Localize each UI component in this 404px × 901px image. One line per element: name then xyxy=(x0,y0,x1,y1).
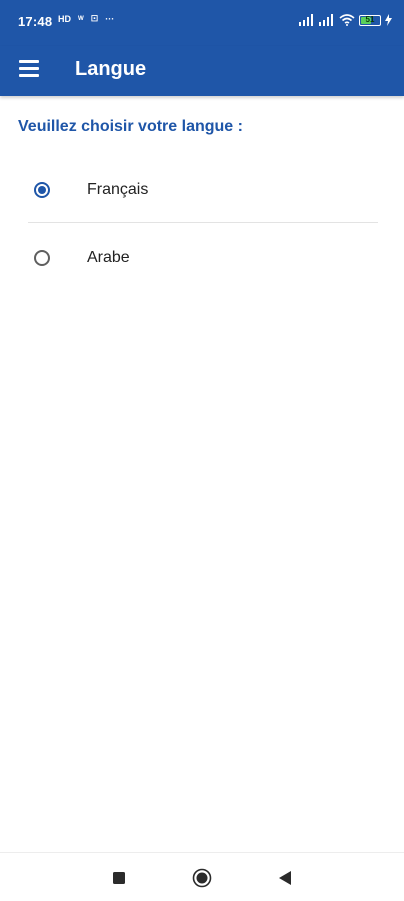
page-title: Langue xyxy=(75,58,147,80)
more-dots-icon: ··· xyxy=(105,13,115,24)
system-nav-bar xyxy=(0,852,404,901)
menu-icon[interactable] xyxy=(19,60,39,78)
signal-text-icon: ᵂ xyxy=(78,13,84,24)
radio-francais[interactable] xyxy=(34,182,50,198)
wifi-icon xyxy=(339,14,355,26)
app-bar: Langue xyxy=(0,46,404,96)
option-francais[interactable]: Français xyxy=(28,165,378,215)
status-right-icons: 51 xyxy=(299,14,392,26)
battery-icon: 51 xyxy=(359,14,381,26)
home-circle-icon xyxy=(192,868,212,888)
status-bar: 17:48 HD ᵂ ⊡ ··· 51 xyxy=(0,0,404,46)
option-arabe[interactable]: Arabe xyxy=(28,233,378,283)
back-triangle-icon xyxy=(279,871,291,885)
option-label-francais: Français xyxy=(87,181,149,198)
back-button[interactable] xyxy=(270,863,300,893)
language-prompt: Veuillez choisir votre langue : xyxy=(18,118,243,135)
notification-icon: ⊡ xyxy=(90,13,99,23)
radio-selected-dot xyxy=(38,186,46,194)
radio-arabe[interactable] xyxy=(34,250,50,266)
status-time: 17:48 xyxy=(18,14,53,29)
cell-signal-icon xyxy=(299,14,313,26)
recents-square-icon xyxy=(113,872,125,884)
home-button[interactable] xyxy=(187,863,217,893)
sim-icon: HD xyxy=(58,13,71,24)
status-left-icons: HD ᵂ ⊡ ··· xyxy=(58,13,114,24)
recents-button[interactable] xyxy=(104,863,134,893)
divider xyxy=(28,222,378,223)
battery-level: 51 xyxy=(365,14,375,24)
cell-signal-2-icon xyxy=(319,14,333,26)
charging-icon xyxy=(385,14,392,26)
option-label-arabe: Arabe xyxy=(87,249,130,266)
